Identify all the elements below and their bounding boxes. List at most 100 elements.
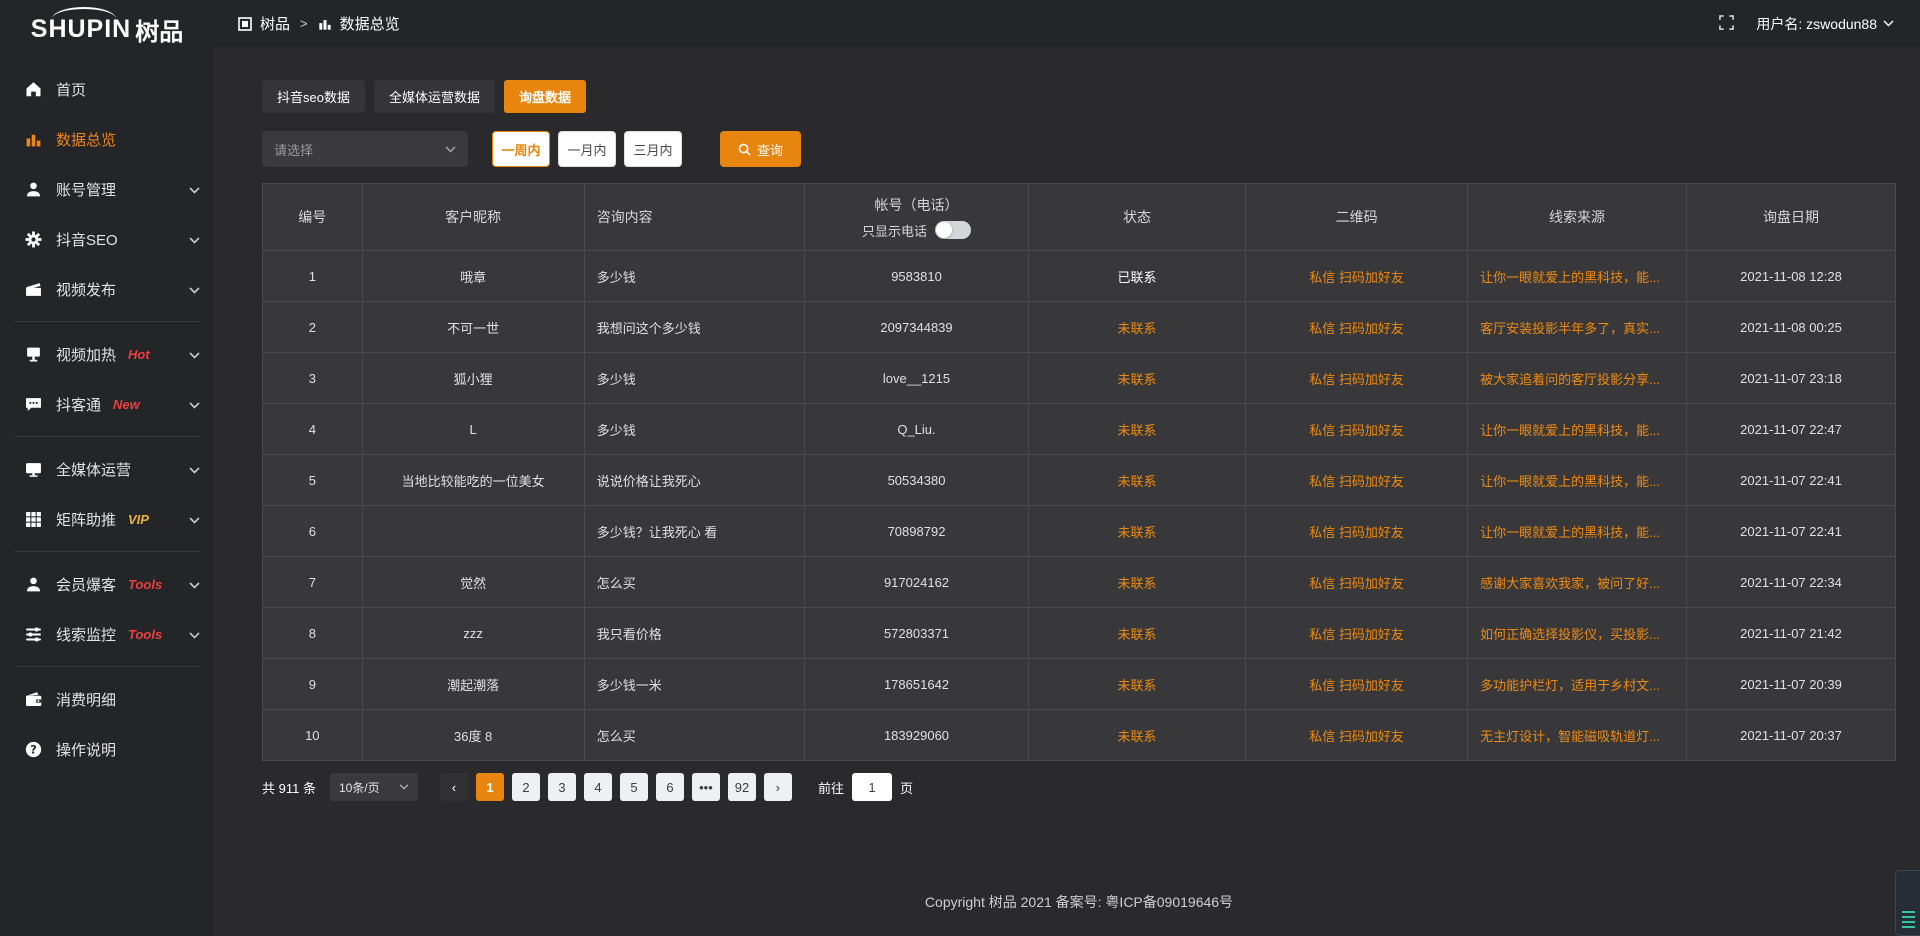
fullscreen-icon[interactable] <box>1719 15 1734 33</box>
sidebar-item-data-overview[interactable]: 数据总览 <box>0 114 214 164</box>
sidebar-item-instructions[interactable]: ? 操作说明 <box>0 724 214 774</box>
cell-id: 2 <box>263 302 363 353</box>
video-icon <box>24 280 42 298</box>
tab-inquiry-data[interactable]: 询盘数据 <box>504 80 586 113</box>
cell-status: 未联系 <box>1028 557 1245 608</box>
cell-content: 多少钱？让我死心 看 <box>584 506 804 557</box>
next-page-button[interactable]: › <box>764 773 792 801</box>
cell-source-link[interactable]: 多功能护栏灯，适用于乡村文... <box>1468 659 1687 710</box>
page-button-5[interactable]: 5 <box>620 773 648 801</box>
page-button-1[interactable]: 1 <box>476 773 504 801</box>
col-header-source: 线索来源 <box>1468 184 1687 251</box>
sidebar-item-member-burst[interactable]: 会员爆客 Tools <box>0 559 214 609</box>
cell-source-link[interactable]: 让你一眼就爱上的黑科技，能... <box>1468 251 1687 302</box>
cell-qrcode-links[interactable]: 私信 扫码加好友 <box>1246 659 1468 710</box>
cell-account: 9583810 <box>805 251 1029 302</box>
vip-badge: VIP <box>128 512 149 527</box>
phone-only-toggle[interactable] <box>935 221 971 239</box>
query-button[interactable]: 查询 <box>720 131 801 167</box>
question-icon: ? <box>24 740 42 758</box>
filter-select[interactable]: 请选择 <box>262 131 468 167</box>
cell-qrcode-links[interactable]: 私信 扫码加好友 <box>1246 404 1468 455</box>
svg-text:?: ? <box>30 743 36 756</box>
tab-omnimedia-data[interactable]: 全媒体运营数据 <box>374 80 495 113</box>
cell-account: 178651642 <box>805 659 1029 710</box>
cell-content: 怎么买 <box>584 557 804 608</box>
cell-qrcode-links[interactable]: 私信 扫码加好友 <box>1246 455 1468 506</box>
cell-source-link[interactable]: 感谢大家喜欢我家，被问了好... <box>1468 557 1687 608</box>
cell-qrcode-links[interactable]: 私信 扫码加好友 <box>1246 710 1468 761</box>
page-size-select[interactable]: 10条/页 <box>330 773 418 801</box>
col-header-account: 帐号（电话） 只显示电话 <box>805 184 1029 251</box>
date-range-group: 一周内 一月内 三月内 <box>492 131 682 167</box>
cell-source-link[interactable]: 让你一眼就爱上的黑科技，能... <box>1468 506 1687 557</box>
cell-content: 多少钱 <box>584 353 804 404</box>
cell-qrcode-links[interactable]: 私信 扫码加好友 <box>1246 302 1468 353</box>
user-menu[interactable]: 用户名: zswodun88 <box>1756 14 1894 34</box>
page-button-6[interactable]: 6 <box>656 773 684 801</box>
sidebar-item-home[interactable]: 首页 <box>0 64 214 114</box>
cell-id: 6 <box>263 506 363 557</box>
cell-id: 3 <box>263 353 363 404</box>
cell-id: 1 <box>263 251 363 302</box>
menu-divider <box>14 666 200 667</box>
sidebar-item-account-management[interactable]: 账号管理 <box>0 164 214 214</box>
cell-source-link[interactable]: 客厅安装投影半年多了，真实... <box>1468 302 1687 353</box>
goto-label: 前往 <box>818 778 844 797</box>
sidebar-item-matrix-boost[interactable]: 矩阵助推 VIP <box>0 494 214 544</box>
col-header-id: 编号 <box>263 184 363 251</box>
comment-icon <box>24 395 42 413</box>
data-tabs: 抖音seo数据 全媒体运营数据 询盘数据 <box>262 80 1896 113</box>
sidebar-item-consumption-detail[interactable]: 消费明细 <box>0 674 214 724</box>
range-month-button[interactable]: 一月内 <box>558 131 616 167</box>
cell-id: 10 <box>263 710 363 761</box>
filter-select-placeholder: 请选择 <box>274 140 313 159</box>
breadcrumb-root[interactable]: 树品 <box>260 13 290 34</box>
sidebar-item-video-heat[interactable]: 视频加热 Hot <box>0 329 214 379</box>
col-header-qrcode: 二维码 <box>1246 184 1468 251</box>
cell-id: 7 <box>263 557 363 608</box>
range-quarter-button[interactable]: 三月内 <box>624 131 682 167</box>
cell-source-link[interactable]: 让你一眼就爱上的黑科技，能... <box>1468 455 1687 506</box>
page-ellipsis-button[interactable]: ••• <box>692 773 720 801</box>
monitor-icon <box>24 460 42 478</box>
total-count-label: 共 911 条 <box>262 778 316 797</box>
menu-divider <box>14 551 200 552</box>
cell-source-link[interactable]: 如何正确选择投影仪，买投影... <box>1468 608 1687 659</box>
cell-qrcode-links[interactable]: 私信 扫码加好友 <box>1246 608 1468 659</box>
cell-account: love__1215 <box>805 353 1029 404</box>
cell-date: 2021-11-07 22:41 <box>1686 506 1895 557</box>
cell-nickname: 不可一世 <box>362 302 584 353</box>
cell-source-link[interactable]: 无主灯设计，智能磁吸轨道灯... <box>1468 710 1687 761</box>
range-week-button[interactable]: 一周内 <box>492 131 550 167</box>
chevron-down-icon <box>189 461 200 478</box>
cell-status: 未联系 <box>1028 302 1245 353</box>
tab-douyin-seo-data[interactable]: 抖音seo数据 <box>262 80 365 113</box>
cell-source-link[interactable]: 让你一眼就爱上的黑科技，能... <box>1468 404 1687 455</box>
cell-qrcode-links[interactable]: 私信 扫码加好友 <box>1246 506 1468 557</box>
cell-source-link[interactable]: 被大家追着问的客厅投影分享... <box>1468 353 1687 404</box>
filter-bar: 请选择 一周内 一月内 三月内 查询 <box>262 131 1896 167</box>
table-row: 8 zzz 我只看价格 572803371 未联系 私信 扫码加好友 如何正确选… <box>263 608 1896 659</box>
sidebar: SHUPIN 树品 首页 数据总览 账号管理 抖音SEO 视频发布 <box>0 0 214 936</box>
cell-account: 70898792 <box>805 506 1029 557</box>
sidebar-item-video-publish[interactable]: 视频发布 <box>0 264 214 314</box>
username-label: 用户名: zswodun88 <box>1756 14 1877 34</box>
page-button-3[interactable]: 3 <box>548 773 576 801</box>
sidebar-item-lead-monitor[interactable]: 线索监控 Tools <box>0 609 214 659</box>
page-button-2[interactable]: 2 <box>512 773 540 801</box>
goto-page-input[interactable] <box>852 773 892 801</box>
page-button-4[interactable]: 4 <box>584 773 612 801</box>
sidebar-item-douyin-seo[interactable]: 抖音SEO <box>0 214 214 264</box>
cell-qrcode-links[interactable]: 私信 扫码加好友 <box>1246 353 1468 404</box>
sidebar-item-douketong[interactable]: 抖客通 New <box>0 379 214 429</box>
cell-nickname: 狐小狸 <box>362 353 584 404</box>
page-button-92[interactable]: 92 <box>728 773 756 801</box>
prev-page-button[interactable]: ‹ <box>440 773 468 801</box>
sidebar-item-omnimedia[interactable]: 全媒体运营 <box>0 444 214 494</box>
cell-qrcode-links[interactable]: 私信 扫码加好友 <box>1246 557 1468 608</box>
floating-widget[interactable] <box>1895 870 1920 936</box>
logo-arc <box>52 7 116 19</box>
table-row: 9 潮起潮落 多少钱一米 178651642 未联系 私信 扫码加好友 多功能护… <box>263 659 1896 710</box>
cell-qrcode-links[interactable]: 私信 扫码加好友 <box>1246 251 1468 302</box>
